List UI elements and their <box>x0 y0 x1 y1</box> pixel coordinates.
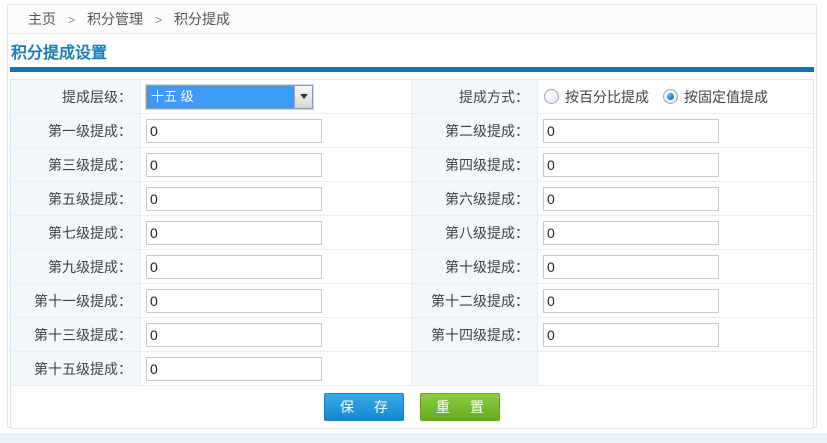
level-7-input[interactable] <box>146 221 322 245</box>
empty-label-cell <box>411 352 538 385</box>
level-15-label: 第十五级提成： <box>11 352 141 385</box>
commission-mode-radio-group: 按百分比提成 按固定值提成 <box>544 87 782 107</box>
level-11-label: 第十一级提成： <box>11 284 141 317</box>
commission-level-selected-value: 十五 级 <box>147 86 294 108</box>
level-10-input[interactable] <box>543 255 719 279</box>
level-5-input[interactable] <box>146 187 322 211</box>
form-row-settings: 提成层级： 十五 级 提成方式： 按百分比提成 按固定值提成 <box>11 80 813 114</box>
level-13-label: 第十三级提成： <box>11 318 141 351</box>
breadcrumb-separator: > <box>68 13 75 27</box>
breadcrumb-points-commission[interactable]: 积分提成 <box>174 11 230 27</box>
form-row-level-15: 第十五级提成： <box>11 352 813 386</box>
bottom-strip <box>0 434 827 443</box>
commission-settings-form: 提成层级： 十五 级 提成方式： 按百分比提成 按固定值提成 <box>10 79 814 429</box>
empty-content-cell <box>538 352 813 385</box>
level-14-label: 第十四级提成： <box>411 318 538 351</box>
radio-percentage-label[interactable]: 按百分比提成 <box>565 87 649 107</box>
level-14-input[interactable] <box>543 323 719 347</box>
level-9-label: 第九级提成： <box>11 250 141 283</box>
level-11-input[interactable] <box>146 289 322 313</box>
form-row-level-9-10: 第九级提成： 第十级提成： <box>11 250 813 284</box>
radio-fixed-value-label[interactable]: 按固定值提成 <box>684 87 768 107</box>
form-row-level-5-6: 第五级提成： 第六级提成： <box>11 182 813 216</box>
level-8-label: 第八级提成： <box>411 216 538 249</box>
commission-level-select[interactable]: 十五 级 <box>146 85 313 109</box>
level-7-label: 第七级提成： <box>11 216 141 249</box>
page-title: 积分提成设置 <box>11 45 814 63</box>
level-6-label: 第六级提成： <box>411 182 538 215</box>
radio-fixed-value-mode[interactable] <box>663 89 678 104</box>
level-4-input[interactable] <box>543 153 719 177</box>
level-10-label: 第十级提成： <box>411 250 538 283</box>
breadcrumb-points-management[interactable]: 积分管理 <box>87 11 143 27</box>
level-5-label: 第五级提成： <box>11 182 141 215</box>
level-1-label: 第一级提成： <box>11 114 141 147</box>
breadcrumb-separator: > <box>155 13 162 27</box>
save-button[interactable]: 保 存 <box>324 393 404 421</box>
commission-mode-label: 提成方式： <box>411 80 538 113</box>
reset-button[interactable]: 重 置 <box>420 393 500 421</box>
level-12-label: 第十二级提成： <box>411 284 538 317</box>
level-15-input[interactable] <box>146 357 322 381</box>
level-1-input[interactable] <box>146 119 322 143</box>
form-row-level-3-4: 第三级提成： 第四级提成： <box>11 148 813 182</box>
form-row-level-13-14: 第十三级提成： 第十四级提成： <box>11 318 813 352</box>
breadcrumb: 主页 > 积分管理 > 积分提成 <box>8 5 816 34</box>
radio-percentage-mode[interactable] <box>544 89 559 104</box>
level-12-input[interactable] <box>543 289 719 313</box>
level-13-input[interactable] <box>146 323 322 347</box>
commission-level-label: 提成层级： <box>11 80 141 113</box>
select-dropdown-button[interactable] <box>294 86 312 108</box>
chevron-down-icon <box>300 94 308 99</box>
title-underline-bar <box>10 67 814 72</box>
form-row-level-1-2: 第一级提成： 第二级提成： <box>11 114 813 148</box>
level-3-label: 第三级提成： <box>11 148 141 181</box>
level-2-input[interactable] <box>543 119 719 143</box>
level-3-input[interactable] <box>146 153 322 177</box>
level-6-input[interactable] <box>543 187 719 211</box>
level-4-label: 第四级提成： <box>411 148 538 181</box>
level-9-input[interactable] <box>146 255 322 279</box>
form-actions-row: 保 存 重 置 <box>11 386 813 428</box>
form-row-level-7-8: 第七级提成： 第八级提成： <box>11 216 813 250</box>
level-8-input[interactable] <box>543 221 719 245</box>
form-row-level-11-12: 第十一级提成： 第十二级提成： <box>11 284 813 318</box>
breadcrumb-home[interactable]: 主页 <box>28 11 56 27</box>
content-panel: 主页 > 积分管理 > 积分提成 积分提成设置 提成层级： 十五 级 提成方式： 按百分… <box>7 4 817 428</box>
level-2-label: 第二级提成： <box>411 114 538 147</box>
